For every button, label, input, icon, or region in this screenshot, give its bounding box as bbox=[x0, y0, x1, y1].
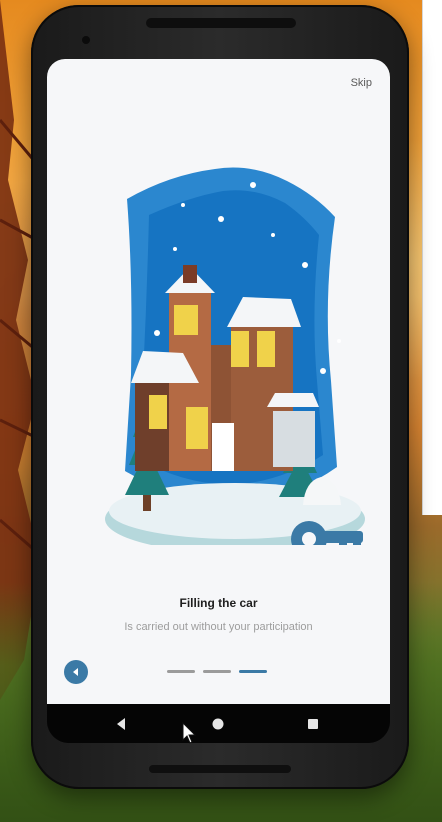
front-camera bbox=[82, 36, 90, 44]
phone-screen: Skip Filling the car Is carried out with… bbox=[47, 59, 390, 743]
page-indicator bbox=[167, 670, 267, 673]
android-home-icon[interactable] bbox=[211, 717, 225, 731]
android-navigation-bar bbox=[47, 704, 390, 743]
onboarding-screen: Skip Filling the car Is carried out with… bbox=[47, 59, 390, 704]
top-speaker bbox=[146, 18, 296, 28]
previous-page-button[interactable] bbox=[64, 660, 88, 684]
skip-button[interactable]: Skip bbox=[351, 77, 372, 89]
onboarding-title: Filling the car bbox=[179, 596, 258, 610]
onboarding-subtitle: Is carried out without your participatio… bbox=[124, 621, 313, 633]
left-triangle-icon bbox=[73, 668, 78, 676]
android-recent-icon[interactable] bbox=[306, 717, 320, 731]
page-indicator-dot bbox=[167, 670, 195, 673]
android-back-icon[interactable] bbox=[114, 717, 128, 731]
house-illustration bbox=[105, 167, 365, 545]
side-window bbox=[422, 0, 442, 515]
page-indicator-dot bbox=[203, 670, 231, 673]
page-indicator-dot-active bbox=[239, 670, 267, 673]
mouse-cursor-icon bbox=[182, 722, 196, 744]
bottom-speaker bbox=[149, 765, 291, 773]
